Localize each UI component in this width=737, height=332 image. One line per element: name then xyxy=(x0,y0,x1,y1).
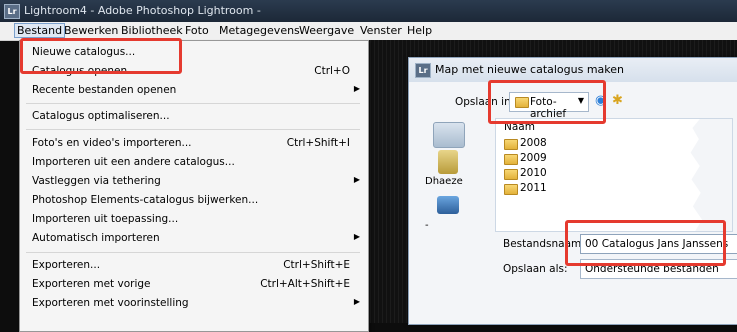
dialog-title-bar: Lr Map met nieuwe catalogus maken xyxy=(409,58,737,82)
title-bar: Lr Lightroom4 - Adobe Photoshop Lightroo… xyxy=(0,0,737,22)
highlight-filename xyxy=(565,220,726,266)
menu-item-tethering[interactable]: Vastleggen via tethering ▶ xyxy=(20,172,368,191)
menu-foto[interactable]: Foto xyxy=(185,24,209,37)
menu-item-label: Photoshop Elements-catalogus bijwerken..… xyxy=(32,194,259,206)
folder-list: Naam 2008 2009 2010 2011 xyxy=(495,118,733,232)
menu-item-exporteren[interactable]: Exporteren... Ctrl+Shift+E xyxy=(20,256,368,275)
lightroom-logo-icon: Lr xyxy=(415,63,431,78)
folder-icon xyxy=(504,139,518,150)
menu-item-label: Vastleggen via tethering xyxy=(32,175,161,187)
place-label-dhaeze: Dhaeze xyxy=(425,176,463,187)
menu-item-label: Automatisch importeren xyxy=(32,232,160,244)
shortcut-label: Ctrl+Shift+I xyxy=(286,137,350,149)
menu-bibliotheek[interactable]: Bibliotheek xyxy=(121,24,183,37)
menu-item-label: Exporteren met voorinstelling xyxy=(32,297,189,309)
folder-icon xyxy=(504,184,518,195)
folder-name: 2011 xyxy=(520,182,547,194)
menu-separator xyxy=(26,129,360,130)
folder-icon xyxy=(504,169,518,180)
filetype-label: Opslaan als: xyxy=(503,263,568,275)
highlight-new-catalog xyxy=(20,38,182,74)
place-label-network: - xyxy=(425,220,429,231)
up-folder-icon[interactable]: ✱ xyxy=(612,93,623,108)
menu-item-label: Recente bestanden openen xyxy=(32,84,177,96)
menu-item-label: Importeren uit toepassing... xyxy=(32,213,179,225)
menu-item-label: Importeren uit een andere catalogus... xyxy=(32,156,235,168)
computer-icon[interactable] xyxy=(437,196,459,214)
folder-name: 2009 xyxy=(520,152,547,164)
folder-name: 2008 xyxy=(520,137,547,149)
menu-item-exporteren-voorinstelling[interactable]: Exporteren met voorinstelling ▶ xyxy=(20,294,368,313)
menu-item-importeren[interactable]: Foto's en video's importeren... Ctrl+Shi… xyxy=(20,134,368,153)
torn-edge xyxy=(690,119,732,231)
menu-item-label: Foto's en video's importeren... xyxy=(32,137,192,149)
folder-icon xyxy=(504,154,518,165)
menu-help[interactable]: Help xyxy=(407,24,432,37)
places-bar: Dhaeze - xyxy=(417,120,485,240)
submenu-arrow-icon: ▶ xyxy=(353,175,360,184)
shortcut-label: Ctrl+Alt+Shift+E xyxy=(260,278,350,290)
menu-bestand[interactable]: Bestand xyxy=(14,23,66,38)
shortcut-label: Ctrl+Shift+E xyxy=(283,259,350,271)
desktop-icon[interactable] xyxy=(438,150,458,174)
highlight-look-in xyxy=(488,80,606,124)
menu-separator xyxy=(26,252,360,253)
menu-item-label: Exporteren met vorige xyxy=(32,278,151,290)
menu-item-automatisch-importeren[interactable]: Automatisch importeren ▶ xyxy=(20,229,368,248)
recent-places-icon[interactable] xyxy=(433,122,465,148)
menu-metagegevens[interactable]: Metagegevens xyxy=(219,24,300,37)
menu-item-exporteren-vorige[interactable]: Exporteren met vorige Ctrl+Alt+Shift+E xyxy=(20,275,368,294)
menu-item-label: Exporteren... xyxy=(32,259,101,271)
menu-item-importeren-catalogus[interactable]: Importeren uit een andere catalogus... xyxy=(20,153,368,172)
bestand-menu: Nieuwe catalogus... Catalogus openen... … xyxy=(19,40,369,332)
submenu-arrow-icon: ▶ xyxy=(353,232,360,241)
menu-separator xyxy=(26,103,360,104)
menu-weergave[interactable]: Weergave xyxy=(299,24,354,37)
menu-item-label: Catalogus optimaliseren... xyxy=(32,110,170,122)
menu-venster[interactable]: Venster xyxy=(360,24,402,37)
dialog-title: Map met nieuwe catalogus maken xyxy=(435,63,625,76)
submenu-arrow-icon: ▶ xyxy=(353,297,360,306)
menu-item-photoshop-elements[interactable]: Photoshop Elements-catalogus bijwerken..… xyxy=(20,191,368,210)
lightroom-logo-icon: Lr xyxy=(4,4,20,19)
window-title: Lightroom4 - Adobe Photoshop Lightroom - xyxy=(24,4,261,17)
menu-item-importeren-toepassing[interactable]: Importeren uit toepassing... xyxy=(20,210,368,229)
folder-name: 2010 xyxy=(520,167,547,179)
menu-item-catalogus-optimaliseren[interactable]: Catalogus optimaliseren... xyxy=(20,107,368,126)
menu-item-recente-bestanden[interactable]: Recente bestanden openen ▶ xyxy=(20,81,368,100)
menu-bewerken[interactable]: Bewerken xyxy=(64,24,118,37)
submenu-arrow-icon: ▶ xyxy=(353,84,360,93)
shortcut-label: Ctrl+O xyxy=(314,65,350,77)
